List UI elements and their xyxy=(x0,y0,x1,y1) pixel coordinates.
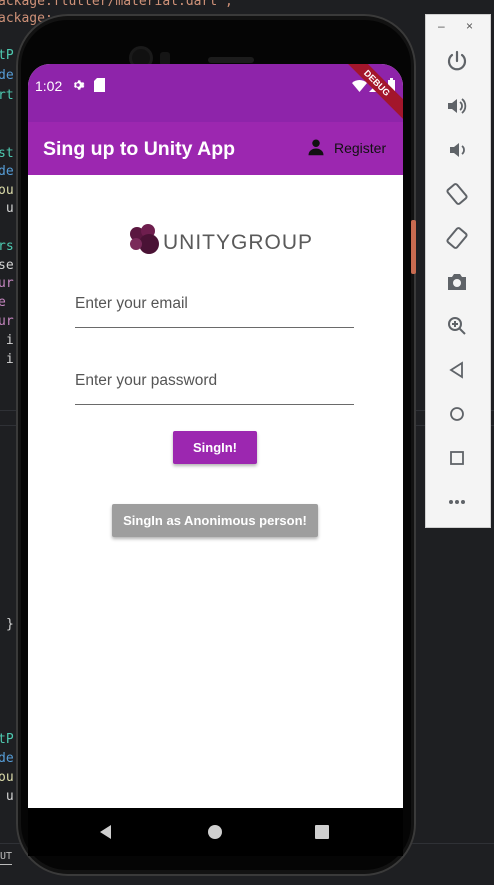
code-line: i xyxy=(5,333,14,348)
code-line: e xyxy=(0,295,6,310)
back-icon[interactable] xyxy=(94,820,118,844)
code-line: de xyxy=(0,751,14,766)
wifi-icon xyxy=(352,79,367,97)
output-tab[interactable]: UT xyxy=(0,851,12,862)
status-bar: 1:02 DEBUG xyxy=(28,64,403,124)
overview-icon[interactable] xyxy=(443,444,471,472)
code-line: u xyxy=(5,201,14,216)
earpiece-speaker xyxy=(208,57,254,63)
rotate-right-icon[interactable] xyxy=(443,224,471,252)
code-line: ur xyxy=(0,314,14,329)
home-icon[interactable] xyxy=(203,820,227,844)
register-button[interactable]: Register xyxy=(303,122,403,175)
code-line: de xyxy=(0,68,14,83)
signin-button[interactable]: SingIn! xyxy=(173,431,257,464)
page-title: Sing up to Unity App xyxy=(43,138,236,160)
person-icon xyxy=(307,138,325,161)
app-screen: 1:02 DEBUG Sing up to Unity App Register xyxy=(28,64,403,856)
volume-down-icon[interactable] xyxy=(443,136,471,164)
zoom-icon[interactable] xyxy=(443,312,471,340)
recents-icon[interactable] xyxy=(310,820,334,844)
password-underline xyxy=(75,404,354,405)
back-icon[interactable] xyxy=(443,356,471,384)
logo-text: UNITYGROUP xyxy=(163,231,314,254)
status-time: 1:02 xyxy=(35,78,63,94)
code-line: st xyxy=(0,146,14,161)
minimize-button[interactable]: – xyxy=(438,19,445,33)
code-line: ou xyxy=(0,770,14,785)
power-icon[interactable] xyxy=(443,47,471,75)
code-line: se xyxy=(0,258,14,273)
code-line: } xyxy=(6,617,14,632)
phone-side-button[interactable] xyxy=(411,220,416,274)
code-line: tP xyxy=(0,48,14,63)
code-line: ackage:flutter/material.dart'; xyxy=(0,0,233,9)
code-line: de xyxy=(0,164,14,179)
password-input[interactable] xyxy=(75,365,354,397)
app-bar: Sing up to Unity App Register xyxy=(28,122,403,175)
anonymous-signin-button[interactable]: SingIn as Anonimous person! xyxy=(112,504,318,537)
email-underline xyxy=(75,327,354,328)
code-line: ou xyxy=(0,183,14,198)
code-line: u xyxy=(5,789,14,804)
register-label: Register xyxy=(334,140,387,156)
output-tab-underline xyxy=(0,864,12,865)
rotate-left-icon[interactable] xyxy=(443,180,471,208)
email-field[interactable] xyxy=(75,288,354,328)
close-button[interactable]: × xyxy=(466,19,473,33)
sd-card-icon xyxy=(94,78,105,97)
volume-up-icon[interactable] xyxy=(443,92,471,120)
more-icon[interactable] xyxy=(443,488,471,516)
android-nav-bar xyxy=(28,808,403,856)
code-line: rs xyxy=(0,239,14,254)
email-input[interactable] xyxy=(75,288,354,320)
code-line: ur xyxy=(0,276,14,291)
code-line: rt xyxy=(0,88,14,103)
emulator-toolbar: – × xyxy=(425,14,491,528)
unitygroup-logo-icon xyxy=(128,222,162,261)
code-line: tP xyxy=(0,732,14,747)
settings-icon xyxy=(71,78,85,97)
home-icon[interactable] xyxy=(443,400,471,428)
password-field[interactable] xyxy=(75,365,354,405)
camera-icon[interactable] xyxy=(443,268,471,296)
code-line: i xyxy=(5,352,14,367)
